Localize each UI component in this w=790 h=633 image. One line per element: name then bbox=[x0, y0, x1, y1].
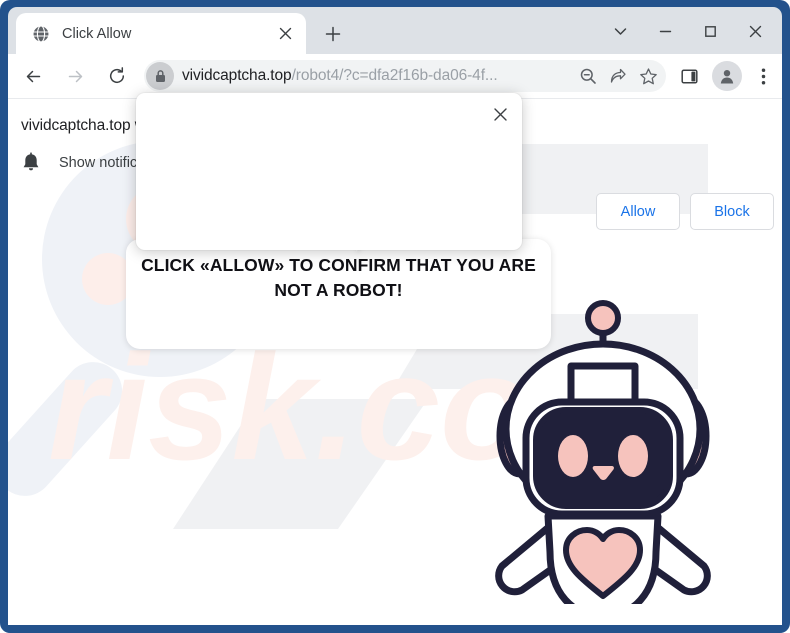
notification-permission-dialog bbox=[136, 93, 522, 250]
window-close-button[interactable] bbox=[733, 12, 778, 50]
browser-window: Click Allow vividcaptcha.top/robot4/?c=d… bbox=[0, 0, 790, 633]
forward-button[interactable] bbox=[58, 59, 92, 93]
window-controls bbox=[598, 11, 778, 51]
block-button[interactable]: Block bbox=[690, 193, 774, 230]
globe-icon bbox=[32, 24, 50, 43]
maximize-button[interactable] bbox=[688, 12, 733, 50]
url-text: vividcaptcha.top/robot4/?c=dfa2f16b-da06… bbox=[182, 67, 498, 84]
browser-tab[interactable]: Click Allow bbox=[16, 13, 306, 54]
share-icon[interactable] bbox=[604, 62, 632, 90]
back-button[interactable] bbox=[16, 59, 50, 93]
profile-avatar-icon[interactable] bbox=[712, 61, 742, 91]
robot-mascot bbox=[495, 300, 711, 604]
side-panel-icon[interactable] bbox=[672, 59, 706, 93]
minimize-button[interactable] bbox=[643, 12, 688, 50]
star-icon[interactable] bbox=[634, 62, 662, 90]
reload-button[interactable] bbox=[100, 59, 134, 93]
allow-button[interactable]: Allow bbox=[596, 193, 680, 230]
dialog-buttons: Allow Block bbox=[596, 193, 774, 230]
bell-icon bbox=[21, 152, 43, 174]
tab-search-button[interactable] bbox=[598, 12, 643, 50]
dialog-close-icon[interactable] bbox=[486, 100, 514, 128]
new-tab-button[interactable] bbox=[318, 19, 348, 49]
address-bar[interactable]: vividcaptcha.top/robot4/?c=dfa2f16b-da06… bbox=[144, 60, 666, 92]
lock-icon[interactable] bbox=[146, 62, 174, 90]
zoom-out-icon[interactable] bbox=[574, 62, 602, 90]
tab-title: Click Allow bbox=[62, 25, 132, 42]
tab-strip: Click Allow bbox=[8, 7, 782, 54]
tab-close-icon[interactable] bbox=[274, 23, 296, 45]
three-dot-menu-icon[interactable] bbox=[746, 59, 780, 93]
